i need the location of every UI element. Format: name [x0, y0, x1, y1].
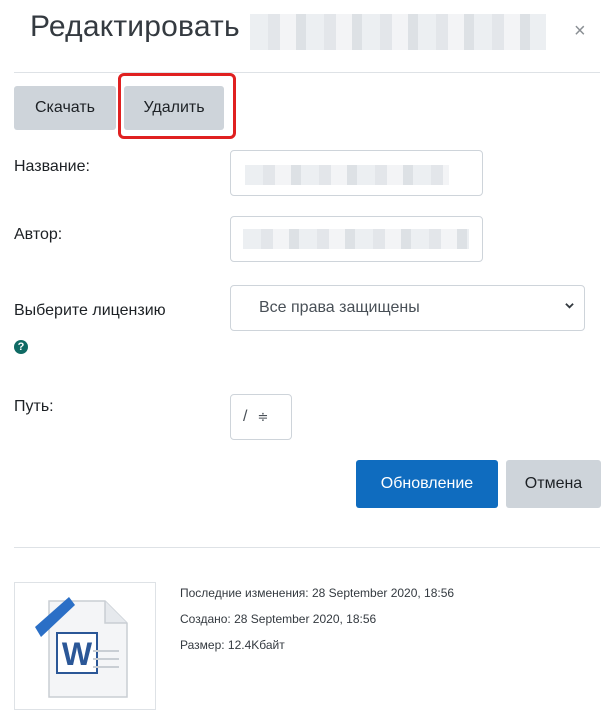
dialog-title: Редактировать	[30, 10, 240, 43]
created-text: Создано: 28 September 2020, 18:56	[180, 612, 377, 626]
header-divider	[14, 72, 600, 73]
name-input[interactable]	[230, 150, 483, 196]
file-thumbnail: W	[14, 582, 156, 710]
name-label: Название:	[14, 158, 90, 175]
license-selected-value: Все права защищены	[259, 299, 420, 316]
footer-divider	[14, 547, 600, 548]
path-selected-value: /	[243, 408, 248, 425]
license-label: Выберите лицензию	[14, 302, 166, 319]
path-select[interactable]: / ≑	[230, 394, 292, 440]
sort-arrows-icon: ≑	[257, 409, 269, 424]
svg-text:W: W	[62, 636, 93, 672]
word-document-icon: W	[35, 597, 128, 698]
download-button[interactable]: Скачать	[14, 86, 116, 130]
delete-highlight-frame	[118, 73, 236, 139]
last-modified-text: Последние изменения: 28 September 2020, …	[180, 586, 455, 600]
blurred-filename	[250, 14, 546, 50]
author-label: Автор:	[14, 226, 63, 243]
size-text: Размер: 12.4Kбайт	[180, 638, 285, 652]
license-select[interactable]: Все права защищены	[230, 285, 585, 331]
cancel-button[interactable]: Отмена	[506, 460, 601, 508]
path-label: Путь:	[14, 398, 54, 415]
chevron-down-icon	[565, 303, 574, 309]
author-input[interactable]	[230, 216, 483, 262]
name-input-blurred-value	[245, 165, 449, 185]
update-button[interactable]: Обновление	[356, 460, 498, 508]
close-icon[interactable]: ×	[574, 20, 586, 43]
help-icon[interactable]: ?	[14, 340, 28, 354]
author-input-blurred-value	[243, 229, 469, 249]
